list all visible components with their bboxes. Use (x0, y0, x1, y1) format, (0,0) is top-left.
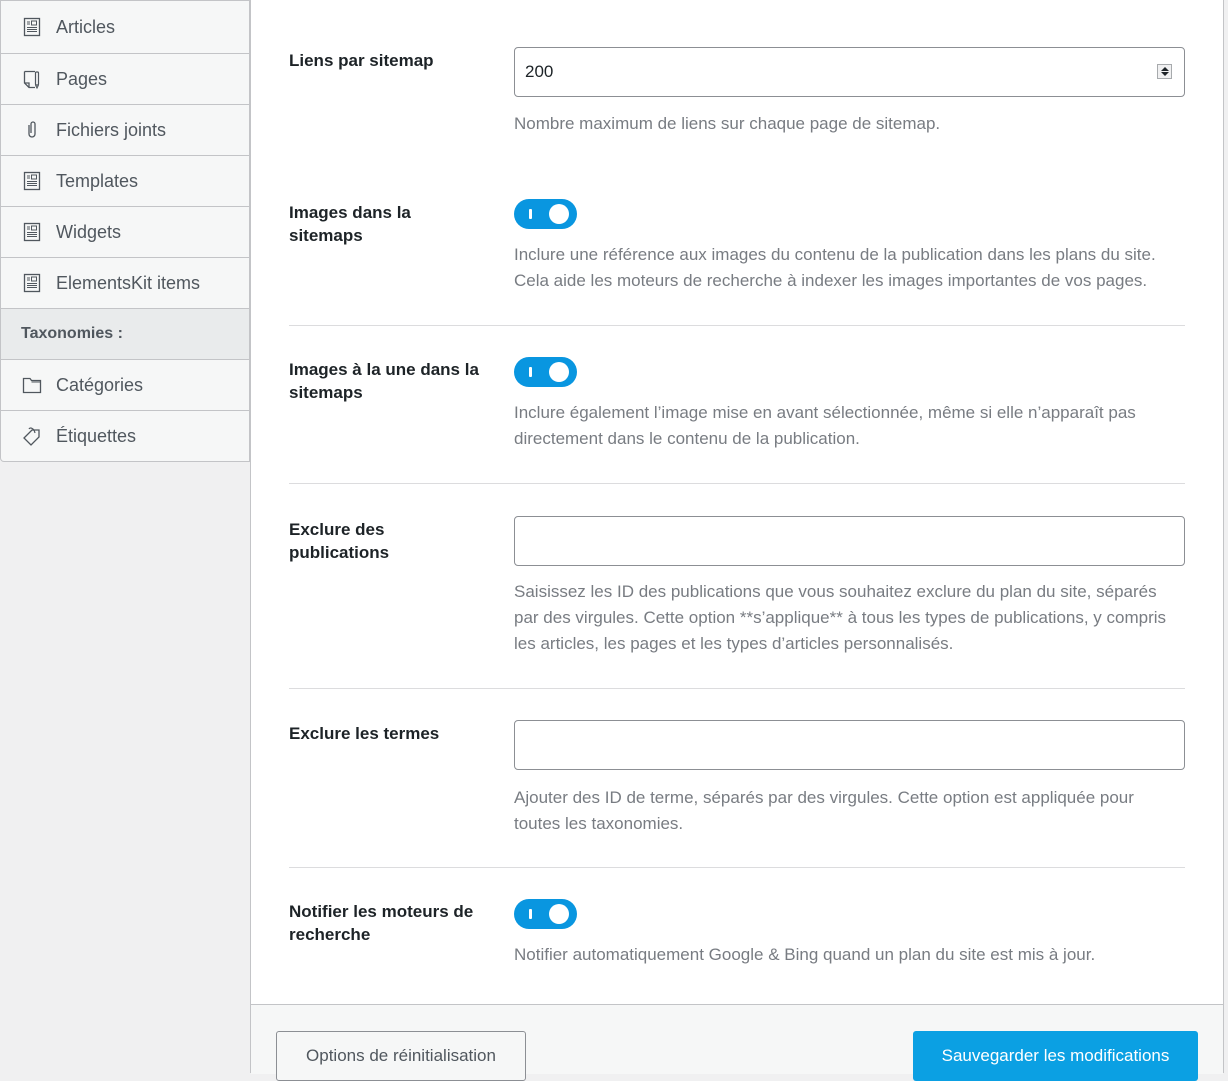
setting-label: Images dans la sitemaps (289, 203, 411, 245)
document-icon (21, 272, 43, 294)
exclude-terms-input[interactable] (514, 720, 1185, 770)
sidebar-item-label: ElementsKit items (56, 272, 201, 293)
sidebar-item-categories[interactable]: Catégories (1, 359, 249, 410)
spinner-down-icon[interactable] (1160, 72, 1169, 76)
setting-description: Ajouter des ID de terme, séparés par des… (514, 788, 1134, 833)
document-icon (21, 221, 43, 243)
setting-label: Exclure les termes (289, 724, 440, 743)
setting-description: Notifier automatiquement Google & Bing q… (514, 945, 1096, 964)
document-icon (21, 170, 43, 192)
sidebar-item-label: Articles (56, 16, 116, 37)
sidebar: Articles Pages Fichiers joints Templates… (0, 0, 250, 462)
input-value: 200 (525, 62, 554, 81)
ping-search-engines-toggle[interactable] (514, 899, 577, 929)
divider (289, 325, 1185, 326)
folder-icon (21, 374, 43, 396)
images-in-sitemap-toggle[interactable] (514, 199, 577, 229)
featured-images-toggle[interactable] (514, 357, 577, 387)
exclude-posts-input[interactable] (514, 516, 1185, 566)
divider (289, 688, 1185, 689)
setting-description: Inclure également l’image mise en avant … (514, 403, 1136, 448)
sidebar-item-articles[interactable]: Articles (1, 0, 249, 53)
number-spinner[interactable] (1157, 64, 1172, 79)
paperclip-icon (21, 119, 43, 141)
sidebar-item-pages[interactable]: Pages (1, 53, 249, 104)
sidebar-item-label: Pages (56, 68, 108, 89)
page-gutter (1224, 0, 1228, 1073)
save-changes-button[interactable]: Sauvegarder les modifications (913, 1031, 1198, 1081)
sidebar-item-label: Templates (56, 170, 139, 191)
setting-label: Exclure des publications (289, 520, 390, 562)
setting-label: Liens par sitemap (289, 51, 434, 70)
sidebar-item-templates[interactable]: Templates (1, 155, 249, 206)
footer-actions: Options de réinitialisation Sauvegarder … (251, 1004, 1223, 1081)
tag-icon (21, 425, 43, 447)
page-icon (21, 68, 43, 90)
setting-label: Notifier les moteurs de recherche (289, 902, 474, 944)
setting-description: Saisissez les ID des publications que vo… (514, 582, 1167, 653)
document-icon (21, 16, 43, 38)
reset-options-button[interactable]: Options de réinitialisation (276, 1031, 526, 1081)
sidebar-item-label: Widgets (56, 221, 122, 242)
sidebar-item-label: Catégories (56, 374, 144, 395)
links-per-sitemap-input[interactable]: 200 (514, 47, 1185, 97)
sidebar-item-tags[interactable]: Étiquettes (1, 410, 249, 461)
taxonomies-header: Taxonomies : (1, 308, 249, 359)
description-line: Cela aide les moteurs de recherche à ind… (514, 271, 1148, 290)
sidebar-item-label: Étiquettes (56, 425, 137, 446)
description-line: Inclure une référence aux images du cont… (514, 245, 1156, 264)
setting-label: Images à la une dans la sitemaps (289, 360, 479, 402)
spinner-up-icon[interactable] (1160, 67, 1169, 71)
sidebar-item-elementskit-items[interactable]: ElementsKit items (1, 257, 249, 308)
sidebar-item-attachments[interactable]: Fichiers joints (1, 104, 249, 155)
settings-panel: Liens par sitemap 200 Nombre maximum de … (250, 0, 1224, 1081)
sidebar-item-widgets[interactable]: Widgets (1, 206, 249, 257)
divider (289, 483, 1185, 484)
setting-description: Inclure une référence aux images du cont… (514, 242, 1185, 294)
divider (289, 867, 1185, 868)
setting-description: Nombre maximum de liens sur chaque page … (514, 114, 941, 133)
sidebar-item-label: Fichiers joints (56, 119, 167, 140)
